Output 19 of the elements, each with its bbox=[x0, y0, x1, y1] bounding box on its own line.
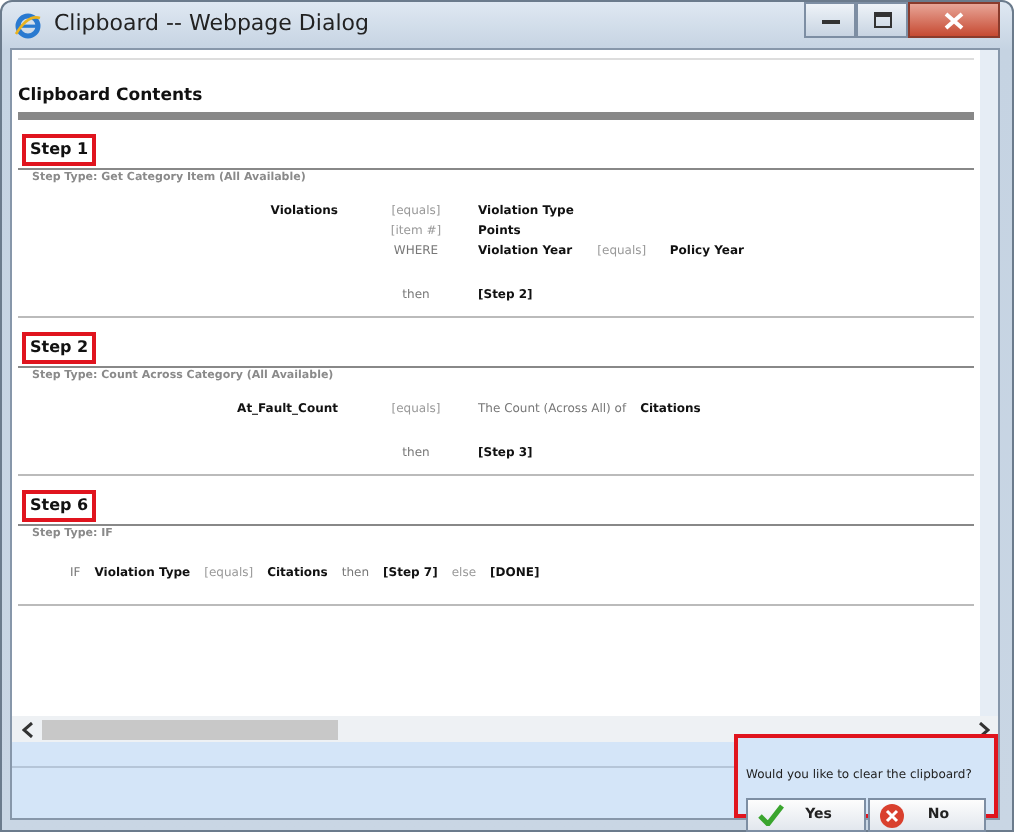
scrollbar-thumb[interactable] bbox=[42, 719, 338, 739]
browser-icon bbox=[14, 11, 42, 39]
close-button[interactable] bbox=[908, 2, 1000, 38]
minimize-icon bbox=[821, 17, 839, 23]
maximize-button[interactable] bbox=[856, 2, 908, 38]
window-title: Clipboard -- Webpage Dialog bbox=[54, 8, 369, 41]
section-heading: Clipboard Contents bbox=[18, 86, 205, 108]
scroll-left-icon[interactable] bbox=[22, 721, 34, 737]
step-title: Step 2 bbox=[22, 332, 97, 364]
scroll-right-icon[interactable] bbox=[978, 721, 990, 737]
maximize-icon bbox=[873, 12, 891, 28]
close-icon bbox=[944, 11, 964, 29]
cancel-icon bbox=[879, 803, 903, 827]
step-title: Step 1 bbox=[22, 134, 97, 166]
minimize-button[interactable] bbox=[804, 2, 856, 38]
vertical-scrollbar[interactable] bbox=[980, 50, 998, 716]
step-title: Step 6 bbox=[22, 490, 97, 522]
horizontal-scrollbar[interactable] bbox=[12, 716, 998, 742]
checkmark-icon bbox=[758, 804, 784, 826]
